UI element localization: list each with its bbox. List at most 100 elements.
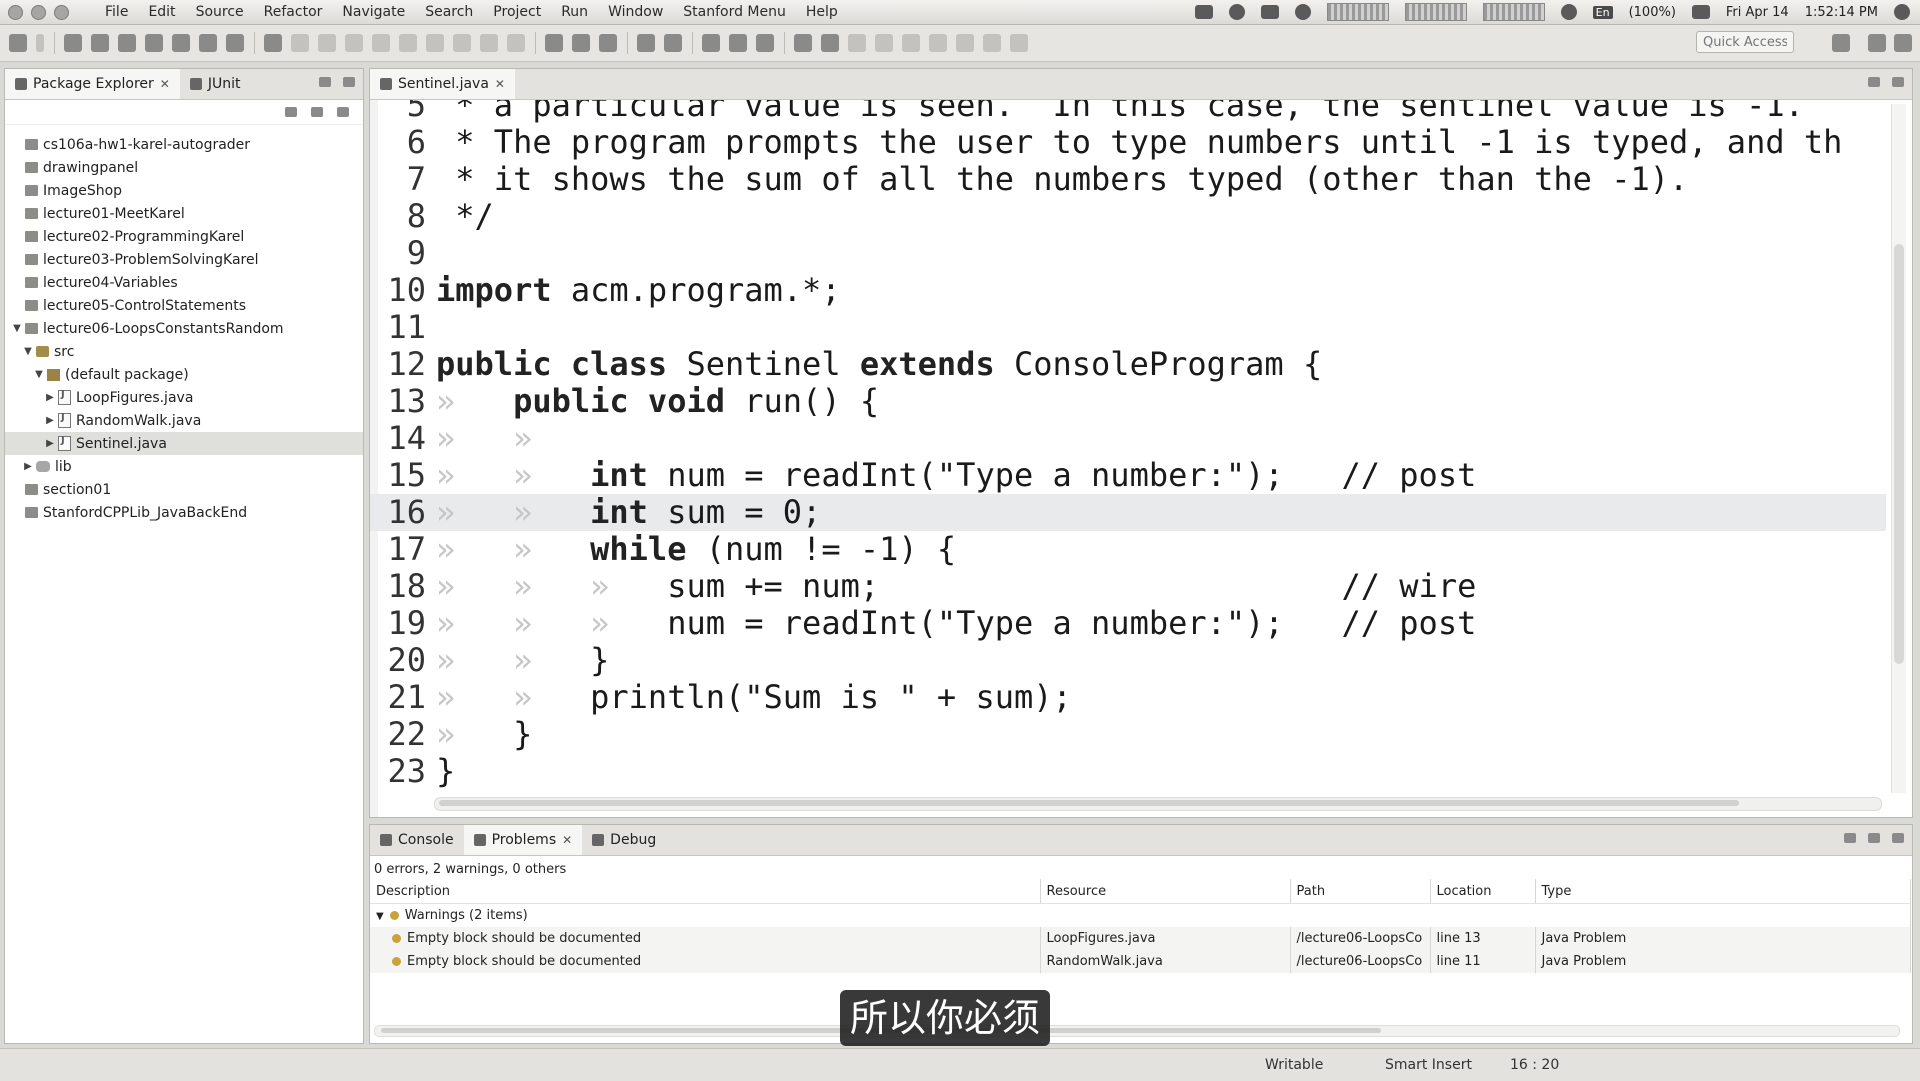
tree-item[interactable]: ▶ LoopFigures.java — [5, 386, 363, 409]
code-line[interactable]: 18 » » » sum += num; // wire — [370, 568, 1886, 605]
show-whitespace-icon[interactable] — [875, 34, 893, 52]
menu-item-stanford-menu[interactable]: Stanford Menu — [673, 4, 796, 20]
run-icon[interactable] — [572, 34, 590, 52]
dropbox-icon[interactable] — [1194, 5, 1213, 19]
java-perspective-icon[interactable] — [1868, 34, 1886, 52]
new-class-icon[interactable] — [664, 34, 682, 52]
expand-right-icon[interactable]: ▶ — [44, 392, 56, 403]
expand-right-icon[interactable]: ▶ — [44, 438, 56, 449]
toggle-mark-icon[interactable] — [794, 34, 812, 52]
expand-right-icon[interactable]: ▶ — [44, 415, 56, 426]
tab-console[interactable]: Console — [370, 832, 464, 848]
menu-item-search[interactable]: Search — [415, 4, 483, 20]
menu-item-edit[interactable]: Edit — [138, 4, 185, 20]
highlight-icon[interactable] — [821, 34, 839, 52]
code-line[interactable]: 10 import acm.program.*; — [370, 272, 1886, 309]
keyboard-layout[interactable]: En — [1592, 5, 1613, 19]
new-dropdown-icon[interactable] — [36, 34, 44, 52]
menu-item-navigate[interactable]: Navigate — [332, 4, 415, 20]
block-selection-icon[interactable] — [848, 34, 866, 52]
code-line[interactable]: 15 » » int num = readInt("Type a number:"… — [370, 457, 1886, 494]
minimize-icon[interactable] — [1868, 833, 1880, 843]
volume-icon[interactable] — [1691, 5, 1710, 19]
scrollbar-thumb[interactable] — [1894, 244, 1904, 664]
export-icon[interactable] — [145, 34, 163, 52]
code-line[interactable]: 17 » » while (num != -1) { — [370, 531, 1886, 568]
menu-item-file[interactable]: File — [95, 4, 138, 20]
minimize-window-button[interactable] — [31, 4, 46, 20]
menu-item-project[interactable]: Project — [483, 4, 551, 20]
external-tools-icon[interactable] — [599, 34, 617, 52]
link-editor-icon[interactable] — [311, 107, 323, 117]
tab-sentinel-java[interactable]: Sentinel.java ✕ — [370, 69, 515, 99]
close-window-button[interactable] — [8, 4, 23, 20]
code-line[interactable]: 21 » » println("Sum is " + sum); — [370, 679, 1886, 716]
tree-item[interactable]: drawingpanel — [5, 156, 363, 179]
column-header-type[interactable]: Type — [1535, 879, 1911, 904]
code-line[interactable]: 6 * The program prompts the user to type… — [370, 124, 1886, 161]
code-line[interactable]: 16 » » int sum = 0; — [370, 494, 1886, 531]
tree-item[interactable]: ▶ lib — [5, 455, 363, 478]
save-icon[interactable] — [91, 34, 109, 52]
close-icon[interactable]: ✕ — [160, 77, 170, 91]
open-perspective-icon[interactable] — [1832, 34, 1850, 52]
tree-item[interactable]: StanfordCPPLib_JavaBackEnd — [5, 501, 363, 524]
expand-down-icon[interactable]: ▼ — [22, 346, 34, 357]
tab-problems[interactable]: Problems ✕ — [463, 825, 583, 855]
runner-icon[interactable] — [199, 34, 217, 52]
view-menu-chevron-down-icon[interactable] — [1844, 833, 1856, 843]
tree-item[interactable]: lecture01-MeetKarel — [5, 202, 363, 225]
column-header-path[interactable]: Path — [1290, 879, 1431, 904]
code-line[interactable]: 12 public class Sentinel extends ConsoleP… — [370, 346, 1886, 383]
date-label[interactable]: Fri Apr 14 — [1726, 5, 1789, 20]
close-icon[interactable]: ✕ — [562, 833, 572, 847]
expand-down-icon[interactable]: ▼ — [376, 911, 384, 922]
menu-item-run[interactable]: Run — [551, 4, 598, 20]
new-package-icon[interactable] — [637, 34, 655, 52]
tree-item[interactable]: lecture02-ProgrammingKarel — [5, 225, 363, 248]
maximize-icon[interactable] — [1892, 77, 1904, 87]
battery-status[interactable]: (100%) — [1629, 5, 1676, 20]
maximize-window-button[interactable] — [54, 4, 69, 20]
open-task-icon[interactable] — [729, 34, 747, 52]
maximize-icon[interactable] — [1892, 833, 1904, 843]
horizontal-scrollbar[interactable] — [374, 1025, 1900, 1037]
vertical-scrollbar[interactable] — [1891, 104, 1906, 793]
debug-icon[interactable] — [545, 34, 563, 52]
tree-item[interactable]: ▶ RandomWalk.java — [5, 409, 363, 432]
tab-package-explorer[interactable]: Package Explorer ✕ — [5, 69, 180, 99]
tree-item[interactable]: ▼ lecture06-LoopsConstantsRandom — [5, 317, 363, 340]
open-project-icon[interactable] — [64, 34, 82, 52]
code-line[interactable]: 20 » » } — [370, 642, 1886, 679]
code-line[interactable]: 7 * it shows the sum of all the numbers … — [370, 161, 1886, 198]
code-area[interactable]: 5 * a particular value is seen. In this … — [370, 100, 1912, 817]
code-line[interactable]: 13 » public void run() { — [370, 383, 1886, 420]
time-label[interactable]: 1:52:14 PM — [1805, 5, 1878, 20]
tree-item[interactable]: cs106a-hw1-karel-autograder — [5, 133, 363, 156]
code-line[interactable]: 5 * a particular value is seen. In this … — [370, 100, 1886, 124]
tree-item[interactable]: lecture05-ControlStatements — [5, 294, 363, 317]
column-header-description[interactable]: Description — [370, 879, 1041, 904]
quick-access-input[interactable] — [1696, 31, 1794, 53]
minimize-icon[interactable] — [1868, 77, 1880, 87]
expand-down-icon[interactable]: ▼ — [11, 323, 23, 334]
table-row[interactable]: Empty block should be documented RandomWa… — [370, 950, 1911, 973]
expand-down-icon[interactable]: ▼ — [33, 369, 45, 380]
wand-icon[interactable] — [264, 34, 282, 52]
code-line[interactable]: 19 » » » num = readInt("Type a number:");… — [370, 605, 1886, 642]
debug-perspective-icon[interactable] — [1894, 34, 1912, 52]
maximize-icon[interactable] — [343, 77, 355, 87]
column-header-location[interactable]: Location — [1430, 879, 1536, 904]
search-icon[interactable] — [756, 34, 774, 52]
menu-item-help[interactable]: Help — [796, 4, 848, 20]
horizontal-scrollbar[interactable] — [434, 797, 1882, 811]
back-icon[interactable] — [983, 34, 1001, 52]
collapse-all-icon[interactable] — [285, 107, 297, 117]
previous-annotation-icon[interactable] — [956, 34, 974, 52]
menu-item-refactor[interactable]: Refactor — [254, 4, 333, 20]
minimize-icon[interactable] — [319, 77, 331, 87]
tree-item[interactable]: lecture04-Variables — [5, 271, 363, 294]
save-all-icon[interactable] — [118, 34, 136, 52]
tree-item[interactable]: ImageShop — [5, 179, 363, 202]
tab-junit[interactable]: JUnit — [180, 76, 251, 92]
